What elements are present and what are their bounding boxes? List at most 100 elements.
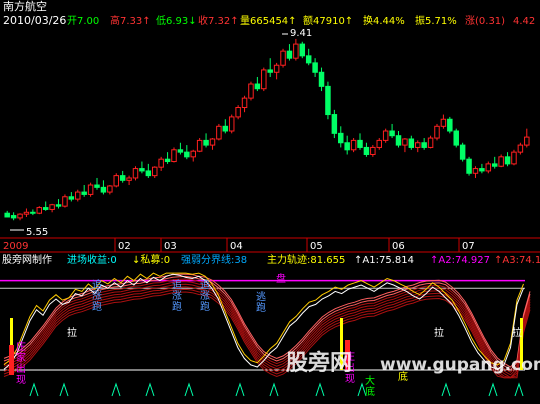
quote-item: 振5.71% (415, 14, 457, 27)
candle-body (402, 138, 408, 146)
candle-body (62, 196, 68, 207)
indicator-legend-item: 股旁网制作 (2, 253, 52, 266)
candle-body (440, 118, 447, 127)
quote-item: 额47910↑ (303, 14, 353, 27)
candle-body (293, 43, 299, 59)
candle-body (376, 139, 383, 148)
candle-body (318, 71, 325, 87)
candle-body (299, 43, 306, 57)
candle-body (126, 177, 132, 181)
candle-body (23, 211, 30, 215)
candle-body (491, 163, 498, 167)
quote-row: 开7.00 高7.33↑ 低6.93↓ 收7.32↑ 量665454↑ 额47910↑ 换4… (67, 14, 535, 27)
candle-body (517, 144, 524, 153)
quote-item: 开7.00 (67, 16, 99, 27)
watermark-url: www.gupang.com (380, 355, 540, 375)
candle-body (164, 158, 171, 163)
buy-triangle-marker (514, 382, 524, 397)
candle-body (190, 150, 196, 158)
quote-item: 收7.32↑ (198, 14, 239, 27)
dealer-appears-label: 出 (16, 362, 26, 375)
candle-body (408, 138, 415, 148)
escape-run-label: 跑 (256, 301, 266, 314)
candle-body (196, 139, 203, 152)
candle-body (466, 158, 472, 174)
pull-label: 拉 (67, 326, 77, 339)
chase-run-label: 涨 (92, 290, 102, 302)
candle-body (389, 130, 395, 137)
candle-body (68, 196, 75, 200)
candle-body (216, 125, 222, 140)
candle-body (414, 142, 421, 148)
candle-body (10, 215, 17, 219)
candle-body (248, 83, 254, 99)
candle-body (472, 168, 479, 174)
indicator-legend-item: 主力轨迹:81.655 (267, 253, 345, 266)
candle-body (305, 55, 312, 64)
price-high-label: 9.41 (290, 28, 312, 39)
indicator-legend-item: ↑A2:74.927 (430, 255, 490, 266)
dealer-appears-label: 家 (16, 351, 26, 364)
chase-run-label: 涨 (172, 290, 182, 302)
candle-body (184, 151, 190, 158)
indicator-legend-item: ↓私募:0 (132, 253, 170, 266)
chase-run-label: 跑 (92, 300, 102, 313)
indicator-title-bar: 股旁网制作 进场收益:0 ↓私募:0 强弱分界线:38 主力轨迹:81.655 ↑A1:7… (2, 253, 540, 266)
buy-triangle-marker (184, 382, 194, 397)
candle-body (177, 149, 184, 153)
candle-body (447, 118, 453, 132)
buy-triangle-marker (441, 382, 451, 397)
buy-triangle-marker (488, 382, 498, 397)
buy-triangle-marker (315, 382, 325, 397)
big-bottom-label: 底 (365, 385, 375, 398)
candle-body (485, 163, 492, 172)
chase-run-label: 追 (92, 278, 102, 291)
x-tick-label: 06 (392, 241, 405, 252)
buy-triangle-marker (29, 382, 39, 397)
quote-item: 量665454↑ (240, 15, 297, 27)
candle-body (325, 85, 331, 116)
candle-body (434, 125, 440, 139)
candle-body (498, 156, 504, 167)
indicator-legend-item: 强弱分界线:38 (181, 253, 247, 266)
candle-body (139, 168, 145, 172)
pull-label: 拉 (434, 326, 444, 339)
x-tick-label: 03 (164, 241, 177, 252)
candle-body (338, 132, 344, 144)
buy-triangle-marker (145, 382, 155, 397)
candle-body (203, 139, 209, 146)
x-axis: 2009 02 03 04 05 06 07 (3, 238, 475, 252)
big-bottom-label: 大 (365, 374, 375, 387)
candle-body (107, 185, 113, 193)
candle-body (132, 168, 139, 179)
buy-triangle-marker (59, 382, 69, 397)
candle-body (331, 114, 338, 134)
candle-body (4, 212, 10, 218)
x-tick-label: 02 (118, 241, 131, 252)
candle-body (81, 191, 87, 195)
candle-body (119, 175, 126, 181)
pan-label: 盘 (276, 272, 286, 285)
candle-body (100, 186, 107, 193)
quote-item: 低6.93↓ (156, 14, 197, 27)
candle-body (280, 50, 286, 66)
candle-body (94, 184, 100, 188)
candle-body (382, 130, 389, 141)
candle-body (30, 211, 36, 214)
stock-chart-canvas: 南方航空 2010/03/26 开7.00 高7.33↑ 低6.93↓ 收7.32↑ 量… (0, 0, 540, 398)
candle-body (363, 146, 370, 155)
candle-body (286, 50, 293, 59)
candle-body (273, 64, 280, 73)
candle-body (453, 130, 459, 146)
buy-triangle-marker (111, 382, 121, 397)
buy-triangle-marker (235, 382, 245, 397)
indicator-legend-item: 进场收益:0 (67, 253, 117, 266)
candle-body (222, 125, 229, 132)
candle-body (49, 204, 55, 210)
candle-body (113, 175, 120, 187)
candle-body (55, 204, 62, 207)
candle-body (511, 151, 517, 165)
x-tick-label: 2009 (3, 241, 28, 252)
signal-bar-red (9, 345, 14, 375)
quote-item: 4.42 (513, 16, 535, 27)
